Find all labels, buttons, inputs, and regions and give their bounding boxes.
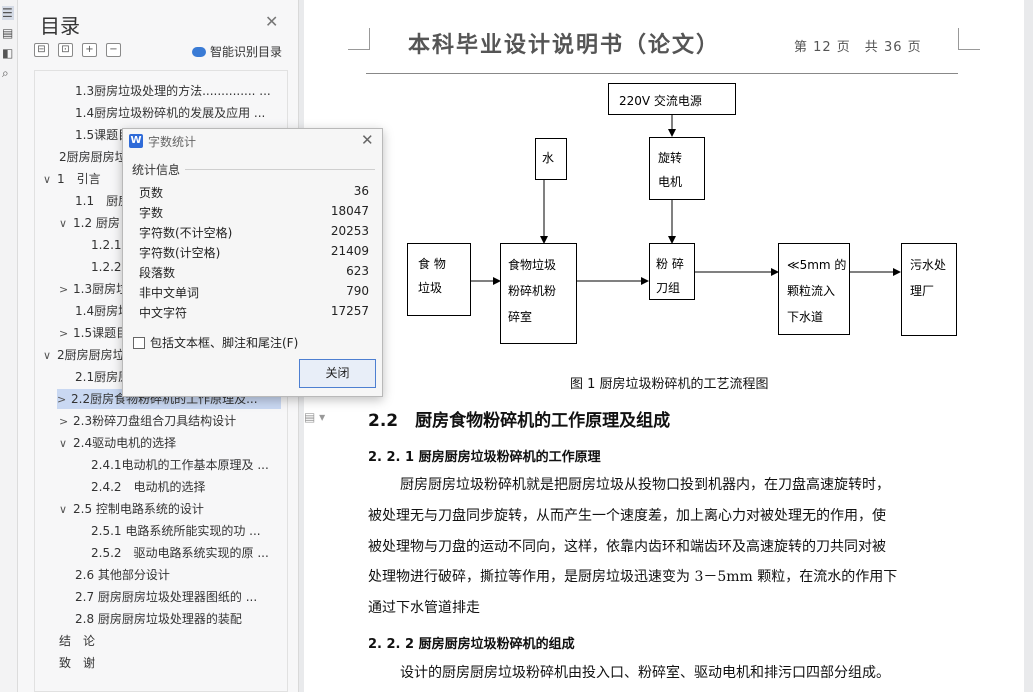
close-icon[interactable]: ✕ <box>265 12 278 31</box>
menu-icon[interactable]: ☰ <box>2 6 14 20</box>
expand-all-button[interactable]: ⊡ <box>58 43 73 57</box>
wps-logo-icon: W <box>129 134 143 148</box>
remove-heading-button[interactable]: − <box>106 43 121 57</box>
chevron-down-icon[interactable]: ∨ <box>59 434 73 453</box>
toc-item[interactable]: 2.8 厨房厨房垃圾处理器的装配 <box>75 609 280 629</box>
toc-item[interactable]: ∨ 2.5 控制电路系统的设计 <box>59 499 279 519</box>
toc-item[interactable]: 1.1 厨房 <box>75 191 125 211</box>
smart-toc-button[interactable]: 智能识别目录 <box>192 43 282 60</box>
toc-item[interactable]: ∨ 1.2 厨房 <box>59 213 129 233</box>
search-icon[interactable]: ⌕ <box>2 66 14 80</box>
toc-item[interactable]: 致 谢 <box>59 653 159 673</box>
stats-section-label: 统计信息 <box>132 163 181 177</box>
chevron-right-icon[interactable]: > <box>59 324 73 343</box>
include-textbox-checkbox[interactable]: 包括文本框、脚注和尾注(F) <box>133 334 298 351</box>
toc-item[interactable]: 2厨房厨房垃 <box>59 147 129 167</box>
close-button[interactable]: 关闭 <box>299 359 376 388</box>
dialog-title: 字数统计 <box>148 135 197 149</box>
toc-title: 目录 <box>40 14 80 38</box>
toc-item[interactable]: 1.3厨房垃圾处理的方法.............. ... <box>75 81 275 101</box>
figure-caption: 图 1 厨房垃圾粉碎机的工艺流程图 <box>570 377 769 392</box>
toc-item[interactable]: 2.5.1 电路系统所能实现的功 ... <box>91 521 281 541</box>
toc-item[interactable]: 结 论 <box>59 631 159 651</box>
toc-item[interactable]: 1.4厨房垃圾粉碎机的发展及应用 ... <box>75 103 285 123</box>
toc-item[interactable]: ∨ 2.4驱动电机的选择 <box>59 433 279 453</box>
document-icon[interactable]: ▤ <box>2 26 14 40</box>
word-count-dialog: W 字数统计 ✕ 统计信息 页数 36 字数 18047 字符数(不计空格) 2025… <box>122 128 383 397</box>
body-paragraph: 厨房厨房垃圾粉碎机就是把厨房垃圾从投物口投到机器内，在刀盘高速旋转时， 被处理无… <box>368 477 898 617</box>
chevron-down-icon[interactable]: ∨ <box>59 214 73 233</box>
flow-box-motor: 旋转 电机 <box>649 137 705 200</box>
toc-item[interactable]: 2.7 厨房厨房垃圾处理器图纸的 ... <box>75 587 280 607</box>
checkbox-icon[interactable] <box>133 336 145 349</box>
checkbox-label: 包括文本框、脚注和尾注(F) <box>150 336 299 350</box>
toc-item[interactable]: >2.3粉碎刀盘组合刀具结构设计 <box>59 411 279 431</box>
flow-box-water: 水 <box>535 138 567 180</box>
toc-item[interactable]: >1.3厨房垃 <box>59 279 129 299</box>
body-paragraph: 设计的厨房厨房垃圾粉碎机由投入口、粉碎室、驱动电机和排污口四部分组成。 <box>400 665 890 681</box>
bookmark-icon[interactable]: ◧ <box>2 46 14 60</box>
document-area: 本科毕业设计说明书（论文） 第 12 页 共 36 页 220V 交流电源 水 … <box>300 0 1033 692</box>
subsection-heading: 2. 2. 1 厨房厨房垃圾粉碎机的工作原理 <box>368 450 601 465</box>
flowchart-arrows <box>470 115 901 285</box>
toc-item[interactable]: 2.4.1电动机的工作基本原理及 ... <box>91 455 281 475</box>
toc-item[interactable]: ∨ 1 引言 <box>43 169 123 189</box>
toc-item[interactable]: 2.4.2 电动机的选择 <box>91 477 281 497</box>
flow-box-blade: 粉 碎刀组 <box>649 243 695 300</box>
close-icon[interactable]: ✕ <box>361 131 374 149</box>
toc-item[interactable]: 2.5.2 驱动电路系统实现的原 ... <box>91 543 281 563</box>
paragraph-marker-icon[interactable]: ▤ ▾ <box>304 410 325 424</box>
flow-box-particles: ≪5mm 的颗粒流入 下水道 <box>778 243 850 335</box>
flow-box-power: 220V 交流电源 <box>608 83 736 115</box>
ai-icon <box>192 46 206 57</box>
section-heading: 2.2 厨房食物粉碎机的工作原理及组成 <box>368 411 671 431</box>
left-icon-rail: ☰ ▤ ◧ ⌕ <box>0 0 18 692</box>
chevron-right-icon[interactable]: > <box>57 390 71 409</box>
divider <box>185 169 375 170</box>
subsection-heading: 2. 2. 2 厨房厨房垃圾粉碎机的组成 <box>368 637 575 652</box>
toc-item[interactable]: >1.5课题目 <box>59 323 129 343</box>
flow-box-food-waste: 食 物垃圾 <box>407 243 471 316</box>
toc-toolbar: ⊟ ⊡ + − <box>34 43 121 57</box>
flow-box-chamber: 食物垃圾 粉碎机粉 碎室 <box>500 243 577 344</box>
smart-toc-label: 智能识别目录 <box>210 45 283 59</box>
toc-item[interactable]: ∨ 2厨房厨房垃 <box>43 345 133 365</box>
chevron-down-icon[interactable]: ∨ <box>43 346 57 365</box>
document-page: 本科毕业设计说明书（论文） 第 12 页 共 36 页 220V 交流电源 水 … <box>304 0 1024 692</box>
chevron-down-icon[interactable]: ∨ <box>59 500 73 519</box>
add-heading-button[interactable]: + <box>82 43 97 57</box>
chevron-right-icon[interactable]: > <box>59 412 73 431</box>
chevron-down-icon[interactable]: ∨ <box>43 170 57 189</box>
toc-item[interactable]: 2.6 其他部分设计 <box>75 565 280 585</box>
chevron-right-icon[interactable]: > <box>59 280 73 299</box>
flow-box-treatment-plant: 污水处 理厂 <box>901 243 957 336</box>
collapse-all-button[interactable]: ⊟ <box>34 43 49 57</box>
